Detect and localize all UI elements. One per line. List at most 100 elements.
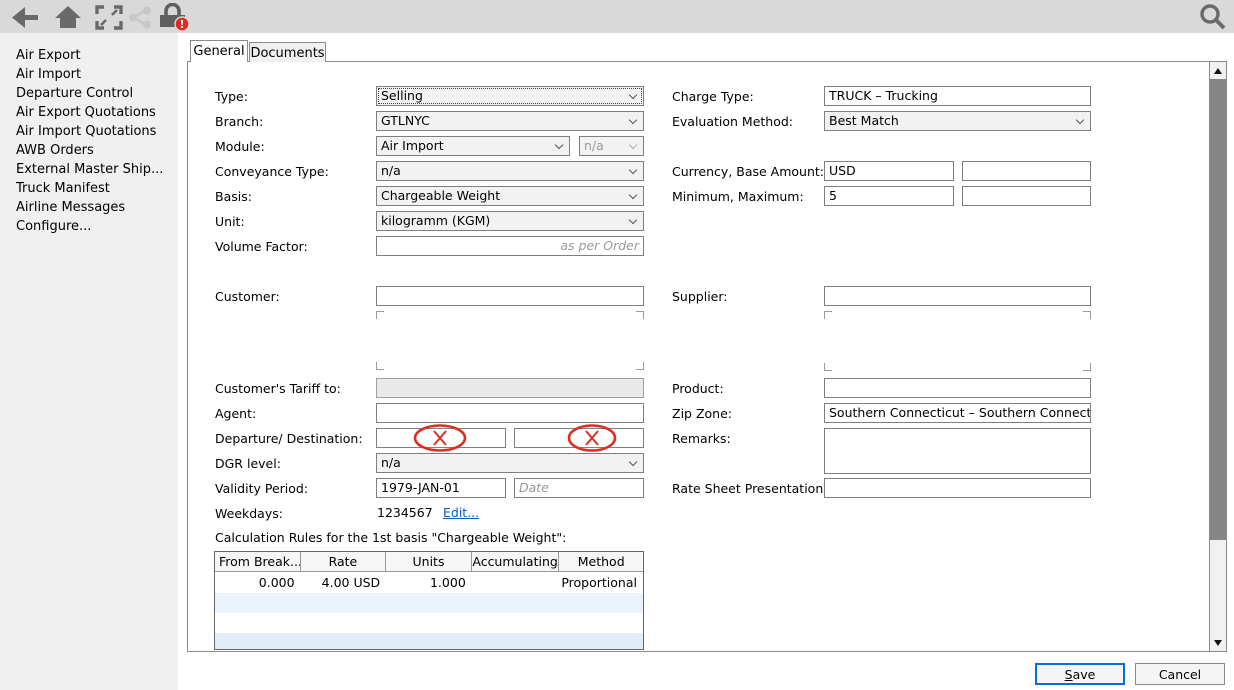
cancel-button-label: Cancel (1159, 667, 1201, 682)
type-select[interactable]: Selling (376, 86, 644, 106)
col-header-units[interactable]: Units (386, 552, 472, 572)
col-header-rate[interactable]: Rate (301, 552, 387, 572)
col-header-method[interactable]: Method (559, 552, 643, 572)
back-icon[interactable] (11, 5, 39, 33)
chevron-down-icon (629, 91, 637, 99)
volume-factor-input[interactable]: as per Order (376, 236, 644, 256)
save-button[interactable]: Save (1035, 663, 1125, 685)
weekdays-edit-link[interactable]: Edit... (443, 505, 479, 520)
type-label: Type: (215, 89, 248, 104)
cell-units: 1.000 (386, 572, 472, 593)
cell-accumulating (472, 572, 560, 593)
cell-method: Proportional (559, 572, 643, 593)
alert-badge: ! (179, 18, 184, 31)
chevron-down-icon (629, 458, 637, 466)
basis-select[interactable]: Chargeable Weight (376, 186, 644, 206)
evaluation-method-value: Best Match (829, 113, 899, 128)
sidebar-item-air-import-quotations[interactable]: Air Import Quotations (16, 124, 156, 143)
evaluation-method-label: Evaluation Method: (672, 114, 793, 129)
chevron-down-icon (629, 116, 637, 124)
currency-base-amount-label: Currency, Base Amount: (672, 164, 824, 179)
module-select[interactable]: Air Import (376, 136, 570, 156)
sidebar-nav: Air Export Air Import Departure Control … (0, 33, 178, 690)
sidebar-item-airline-messages[interactable]: Airline Messages (16, 200, 125, 219)
tab-general[interactable]: General (190, 40, 248, 62)
evaluation-method-select[interactable]: Best Match (824, 111, 1091, 131)
product-label: Product: (672, 381, 724, 396)
validity-from-input[interactable]: 1979-JAN-01 (376, 478, 506, 498)
minimum-input[interactable]: 5 (824, 186, 954, 206)
customer-address-region (376, 311, 644, 370)
calc-rules-table: From Break... Rate Units Accumulating Me… (214, 551, 644, 650)
type-value: Selling (381, 88, 423, 103)
departure-input[interactable] (376, 428, 506, 448)
scroll-down-button[interactable] (1210, 634, 1226, 651)
cell-from-break: 0.000 (215, 572, 301, 593)
zip-zone-input[interactable]: Southern Connecticut – Southern Connect (824, 403, 1091, 423)
toolbar: ! (0, 0, 1234, 33)
sidebar-item-air-export-quotations[interactable]: Air Export Quotations (16, 105, 156, 124)
conveyance-type-label: Conveyance Type: (215, 164, 329, 179)
zip-zone-label: Zip Zone: (672, 406, 732, 421)
sidebar-item-truck-manifest[interactable]: Truck Manifest (16, 181, 110, 200)
supplier-input[interactable] (824, 286, 1091, 306)
charge-type-label: Charge Type: (672, 89, 754, 104)
currency-input[interactable]: USD (824, 161, 954, 181)
base-amount-input[interactable] (962, 161, 1091, 181)
fullscreen-icon[interactable] (95, 5, 123, 34)
departure-destination-label: Departure/ Destination: (215, 431, 363, 446)
table-scrollbar-strip[interactable] (215, 633, 643, 649)
agent-label: Agent: (215, 406, 256, 421)
dgr-level-value: n/a (381, 455, 401, 470)
sidebar-item-air-import[interactable]: Air Import (16, 67, 81, 86)
branch-select[interactable]: GTLNYC (376, 111, 644, 131)
conveyance-type-select[interactable]: n/a (376, 161, 644, 181)
chevron-down-icon (629, 216, 637, 224)
sidebar-item-awb-orders[interactable]: AWB Orders (16, 143, 94, 162)
calc-rules-title: Calculation Rules for the 1st basis "Cha… (215, 530, 566, 545)
chevron-down-icon (555, 141, 563, 149)
customers-tariff-to-input (376, 378, 644, 398)
module-sub-select: n/a (579, 136, 644, 156)
chevron-down-icon (629, 166, 637, 174)
col-header-accumulating[interactable]: Accumulating (472, 552, 560, 572)
dgr-level-label: DGR level: (215, 456, 281, 471)
home-icon[interactable] (54, 4, 82, 34)
table-header-row: From Break... Rate Units Accumulating Me… (215, 552, 643, 572)
scroll-up-button[interactable] (1210, 62, 1226, 79)
customer-input[interactable] (376, 286, 644, 306)
dgr-level-select[interactable]: n/a (376, 453, 644, 473)
table-row[interactable]: 0.000 4.00 USD 1.000 Proportional (215, 572, 643, 593)
col-header-from-break[interactable]: From Break... (215, 552, 301, 572)
rate-sheet-presentation-input[interactable] (824, 478, 1091, 498)
unit-select[interactable]: kilogramm (KGM) (376, 211, 644, 231)
unit-value: kilogramm (KGM) (381, 213, 490, 228)
scrollbar-thumb[interactable] (1210, 79, 1226, 540)
customer-label: Customer: (215, 289, 280, 304)
product-input[interactable] (824, 378, 1091, 398)
table-empty-row (215, 593, 643, 613)
app-window: ! Air Export Air Import Departure Contro… (0, 0, 1234, 690)
tab-documents[interactable]: Documents (249, 42, 326, 62)
sidebar-item-departure-control[interactable]: Departure Control (16, 86, 133, 105)
destination-input[interactable] (514, 428, 644, 448)
chevron-down-icon (1076, 116, 1084, 124)
triangle-down-icon (1214, 640, 1222, 646)
validity-to-input[interactable]: Date (514, 478, 644, 498)
agent-input[interactable] (376, 403, 644, 423)
search-icon[interactable] (1198, 3, 1227, 35)
remarks-textarea[interactable] (824, 428, 1091, 474)
rate-sheet-presentation-label: Rate Sheet Presentation: (672, 481, 827, 496)
supplier-address-region (824, 311, 1091, 371)
sidebar-item-air-export[interactable]: Air Export (16, 48, 81, 67)
maximum-input[interactable] (962, 186, 1091, 206)
cancel-button[interactable]: Cancel (1135, 663, 1225, 685)
sidebar-item-external-master-ship[interactable]: External Master Ship... (16, 162, 163, 181)
share-icon (128, 6, 153, 33)
lock-alert-icon[interactable]: ! (157, 3, 190, 36)
vertical-scrollbar[interactable] (1209, 62, 1226, 651)
charge-type-input[interactable]: TRUCK – Trucking (824, 86, 1091, 106)
save-button-label: Save (1065, 667, 1096, 682)
sidebar-item-configure[interactable]: Configure... (16, 219, 91, 238)
branch-label: Branch: (215, 114, 263, 129)
